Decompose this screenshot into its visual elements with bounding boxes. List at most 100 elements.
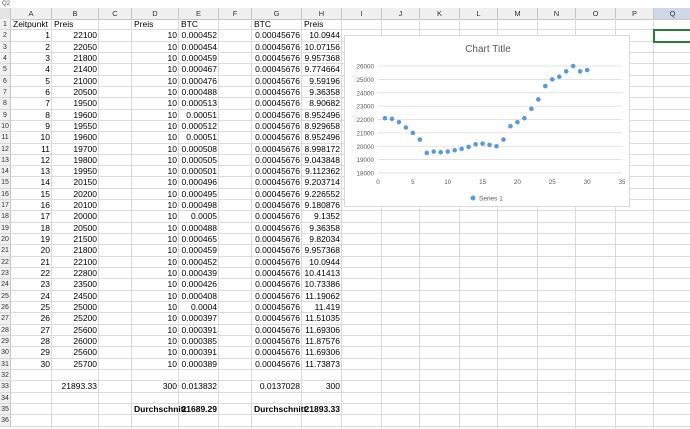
total-cell-g33[interactable]: 0.0137028	[252, 381, 302, 392]
table-cell[interactable]: 0.000397	[179, 313, 219, 324]
row-header-14[interactable]: 14	[0, 166, 11, 178]
header-cell-b1[interactable]: Preis	[52, 19, 99, 30]
table-cell[interactable]: 8.90682	[302, 98, 342, 109]
table-cell[interactable]: 0.000465	[179, 234, 219, 245]
table-cell[interactable]: 0.00045676	[252, 211, 302, 222]
table-cell[interactable]: 14	[11, 177, 52, 188]
row-header-1[interactable]: 1	[0, 19, 11, 31]
table-cell[interactable]: 0.000454	[179, 42, 219, 53]
row-header-19[interactable]: 19	[0, 222, 11, 235]
table-cell[interactable]: 10	[132, 30, 179, 41]
table-cell[interactable]: 0.000439	[179, 268, 219, 279]
table-cell[interactable]: 10	[132, 302, 179, 313]
table-cell[interactable]: 10	[132, 200, 179, 211]
table-cell[interactable]: 10.07156	[302, 42, 342, 53]
column-header-n[interactable]: N	[538, 8, 576, 19]
table-cell[interactable]: 10	[132, 110, 179, 121]
table-cell[interactable]: 20	[11, 245, 52, 256]
table-cell[interactable]: 10.41413	[302, 268, 342, 279]
table-cell[interactable]: 5	[11, 76, 52, 87]
row-header-25[interactable]: 25	[0, 290, 11, 302]
table-cell[interactable]: 0.000385	[179, 336, 219, 347]
column-header-j[interactable]: J	[382, 8, 420, 19]
table-cell[interactable]: 19550	[52, 121, 99, 132]
row-header-23[interactable]: 23	[0, 268, 11, 280]
table-cell[interactable]: 21500	[52, 234, 99, 245]
table-cell[interactable]: 9	[11, 121, 52, 132]
table-cell[interactable]: 8.929658	[302, 121, 342, 132]
table-cell[interactable]: 10	[132, 42, 179, 53]
column-header-h[interactable]: H	[302, 8, 342, 19]
table-cell[interactable]: 0.000495	[179, 189, 219, 200]
row-header-35[interactable]: 35	[0, 403, 11, 416]
table-cell[interactable]: 20500	[52, 223, 99, 234]
table-cell[interactable]: 10	[132, 177, 179, 188]
table-cell[interactable]: 0.00045676	[252, 110, 302, 121]
average-label-d35[interactable]: Durchschnitt	[132, 404, 186, 415]
table-cell[interactable]: 0.000389	[179, 359, 219, 370]
table-cell[interactable]: 10.0944	[302, 30, 342, 41]
table-cell[interactable]: 0.0004	[179, 302, 219, 313]
table-cell[interactable]: 10	[132, 155, 179, 166]
header-cell-h1[interactable]: Preis	[302, 19, 342, 30]
table-cell[interactable]: 0.00045676	[252, 359, 302, 370]
table-cell[interactable]: 0.00045676	[252, 132, 302, 143]
table-cell[interactable]: 1	[11, 30, 52, 41]
table-cell[interactable]: 18	[11, 223, 52, 234]
table-cell[interactable]: 15	[11, 189, 52, 200]
table-cell[interactable]: 16	[11, 200, 52, 211]
table-cell[interactable]: 10	[132, 76, 179, 87]
table-cell[interactable]: 9.82034	[302, 234, 342, 245]
column-header-l[interactable]: L	[460, 8, 498, 19]
table-cell[interactable]: 11.69306	[302, 347, 342, 358]
table-cell[interactable]: 21	[11, 257, 52, 268]
name-box[interactable]: Q2	[0, 0, 10, 8]
table-cell[interactable]: 10	[132, 268, 179, 279]
table-cell[interactable]: 0.00045676	[252, 347, 302, 358]
table-cell[interactable]: 9.180876	[302, 200, 342, 211]
row-header-28[interactable]: 28	[0, 324, 11, 336]
row-header-18[interactable]: 18	[0, 211, 11, 223]
row-header-22[interactable]: 22	[0, 256, 11, 269]
table-cell[interactable]: 10	[132, 189, 179, 200]
table-cell[interactable]: 10	[132, 336, 179, 347]
table-cell[interactable]: 0.000426	[179, 279, 219, 290]
table-cell[interactable]: 2	[11, 42, 52, 53]
scatter-chart[interactable]: Chart Title 18000 19000 20000 21000 22000 2300…	[344, 35, 630, 207]
column-header-b[interactable]: B	[52, 8, 99, 19]
table-cell[interactable]: 11.69306	[302, 325, 342, 336]
table-cell[interactable]: 10	[132, 211, 179, 222]
table-cell[interactable]: 0.000476	[179, 76, 219, 87]
table-cell[interactable]: 0.00045676	[252, 268, 302, 279]
row-header-15[interactable]: 15	[0, 177, 11, 189]
table-cell[interactable]: 25700	[52, 359, 99, 370]
table-cell[interactable]: 10	[132, 279, 179, 290]
table-cell[interactable]: 0.00045676	[252, 200, 302, 211]
row-header-3[interactable]: 3	[0, 41, 11, 53]
table-cell[interactable]: 9.774664	[302, 64, 342, 75]
table-cell[interactable]: 0.00045676	[252, 325, 302, 336]
table-cell[interactable]: 0.00045676	[252, 166, 302, 177]
table-cell[interactable]: 10	[132, 234, 179, 245]
row-header-27[interactable]: 27	[0, 313, 11, 325]
row-header-32[interactable]: 32	[0, 369, 11, 382]
row-header-7[interactable]: 7	[0, 86, 11, 99]
table-cell[interactable]: 0.00045676	[252, 53, 302, 64]
table-cell[interactable]: 20000	[52, 211, 99, 222]
table-cell[interactable]: 9.043848	[302, 155, 342, 166]
table-cell[interactable]: 10.73386	[302, 279, 342, 290]
column-header-d[interactable]: D	[132, 8, 179, 19]
table-cell[interactable]: 0.00045676	[252, 336, 302, 347]
table-cell[interactable]: 0.00045676	[252, 234, 302, 245]
table-cell[interactable]: 10	[132, 53, 179, 64]
row-header-30[interactable]: 30	[0, 347, 11, 359]
column-header-o[interactable]: O	[576, 8, 616, 19]
table-cell[interactable]: 11	[11, 144, 52, 155]
table-cell[interactable]: 10	[132, 166, 179, 177]
table-cell[interactable]: 10	[132, 121, 179, 132]
column-header-g[interactable]: G	[252, 8, 302, 19]
table-cell[interactable]: 21800	[52, 53, 99, 64]
table-cell[interactable]: 24500	[52, 291, 99, 302]
row-header-8[interactable]: 8	[0, 98, 11, 110]
row-header-17[interactable]: 17	[0, 200, 11, 212]
